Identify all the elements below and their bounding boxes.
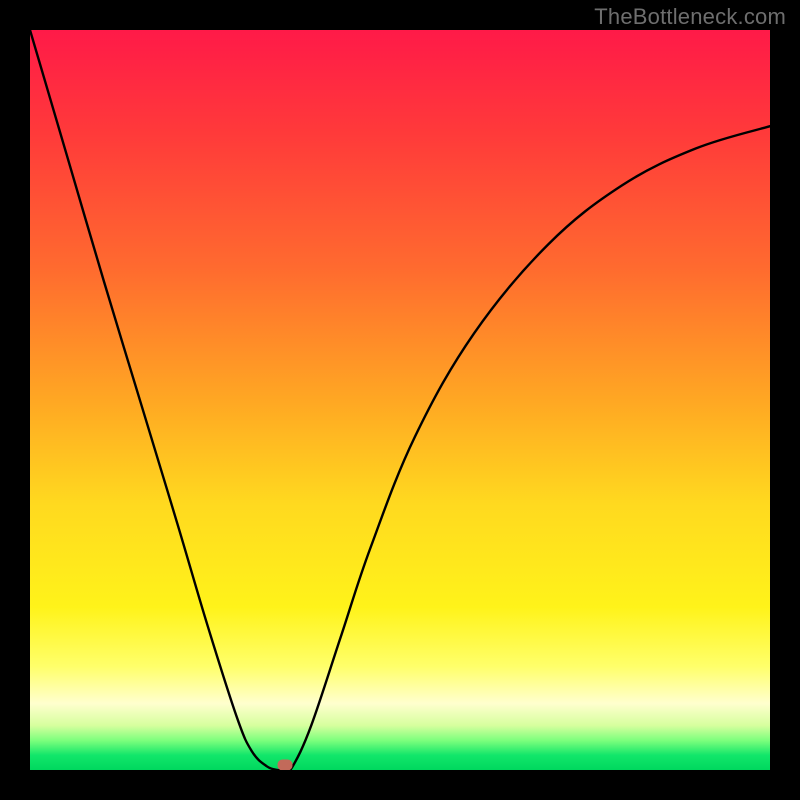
optimum-marker <box>278 759 293 770</box>
watermark-text: TheBottleneck.com <box>594 4 786 30</box>
plot-area <box>30 30 770 770</box>
bottleneck-curve <box>30 30 770 770</box>
chart-frame: TheBottleneck.com <box>0 0 800 800</box>
